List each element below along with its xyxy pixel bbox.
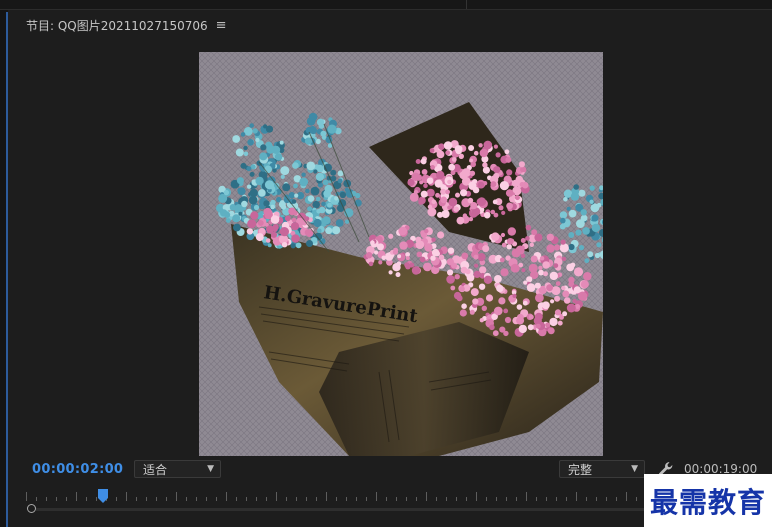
ruler-tick	[36, 497, 37, 501]
ruler-tick	[286, 497, 287, 501]
ruler-tick	[216, 497, 217, 501]
zoom-fit-select[interactable]: 适合 ▼	[134, 460, 221, 478]
ruler-tick	[396, 497, 397, 501]
ruler-tick	[96, 497, 97, 501]
ruler-tick	[616, 497, 617, 501]
ruler-tick	[606, 497, 607, 501]
playback-resolution-value: 完整	[568, 462, 593, 477]
ruler-tick	[546, 497, 547, 501]
ruler-tick	[156, 497, 157, 501]
ruler-tick	[116, 497, 117, 501]
ruler-tick	[196, 497, 197, 501]
chevron-down-icon: ▼	[207, 464, 214, 474]
ruler-tick	[456, 497, 457, 501]
ruler-tick	[526, 492, 527, 501]
ruler-tick	[506, 497, 507, 501]
active-panel-accent	[6, 12, 8, 527]
ruler-tick	[296, 497, 297, 501]
ruler-tick	[316, 497, 317, 501]
ruler-tick	[236, 497, 237, 501]
ruler-tick	[556, 497, 557, 501]
ruler-tick	[356, 497, 357, 501]
ruler-tick	[496, 497, 497, 501]
ruler-tick	[626, 492, 627, 501]
ruler-tick	[246, 497, 247, 501]
ruler-tick	[86, 497, 87, 501]
ruler-tick	[276, 492, 277, 501]
ruler-tick	[46, 497, 47, 501]
ruler-tick	[436, 497, 437, 501]
current-timecode[interactable]: 00:00:02:00	[32, 462, 123, 477]
ruler-tick	[386, 497, 387, 501]
ruler-tick	[56, 497, 57, 501]
watermark-text: 最需教育	[649, 485, 766, 519]
ruler-tick	[326, 492, 327, 501]
panel-header: 节目: QQ图片20211027150706 ≡	[26, 16, 227, 34]
panel-title[interactable]: 节目: QQ图片20211027150706	[26, 17, 208, 34]
ruler-tick	[446, 497, 447, 501]
ruler-tick	[576, 492, 577, 501]
ruler-tick	[486, 497, 487, 501]
ruler-tick	[306, 497, 307, 501]
chevron-down-icon: ▼	[631, 464, 638, 474]
program-monitor-viewer[interactable]: H.GravurePrint	[199, 52, 603, 456]
ruler-tick	[566, 497, 567, 501]
ruler-tick	[66, 497, 67, 501]
ruler-tick	[426, 492, 427, 501]
top-panel-strip	[0, 0, 772, 10]
ruler-tick	[226, 492, 227, 501]
ruler-tick	[136, 497, 137, 501]
ruler-tick	[336, 497, 337, 501]
ruler-tick	[166, 497, 167, 501]
ruler-tick	[346, 497, 347, 501]
ruler-tick	[466, 497, 467, 501]
program-monitor-panel: 节目: QQ图片20211027150706 ≡ H.GravurePrint …	[0, 0, 772, 527]
ruler-tick	[26, 492, 27, 501]
ruler-tick	[206, 497, 207, 501]
ruler-tick	[516, 497, 517, 501]
ruler-tick	[256, 497, 257, 501]
zoom-fit-value: 适合	[143, 462, 168, 477]
ruler-tick	[366, 497, 367, 501]
ruler-tick	[266, 497, 267, 501]
panel-divider	[466, 0, 467, 9]
ruler-tick	[586, 497, 587, 501]
ruler-tick	[176, 492, 177, 501]
ruler-tick	[536, 497, 537, 501]
hamburger-menu-icon[interactable]: ≡	[216, 18, 227, 33]
scroll-handle-icon[interactable]	[27, 504, 36, 513]
ruler-tick	[406, 497, 407, 501]
ruler-tick	[596, 497, 597, 501]
ruler-tick	[476, 492, 477, 501]
ruler-tick	[416, 497, 417, 501]
ruler-tick	[636, 497, 637, 501]
playhead-icon[interactable]	[98, 489, 108, 503]
watermark-logo: 最需教育	[644, 474, 772, 527]
preview-image: H.GravurePrint	[199, 52, 603, 456]
ruler-tick	[146, 497, 147, 501]
ruler-tick	[186, 497, 187, 501]
ruler-tick	[126, 492, 127, 501]
ruler-tick	[376, 492, 377, 501]
playback-resolution-select[interactable]: 完整 ▼	[559, 460, 645, 478]
left-panel-edge	[0, 10, 8, 527]
ruler-tick	[76, 492, 77, 501]
